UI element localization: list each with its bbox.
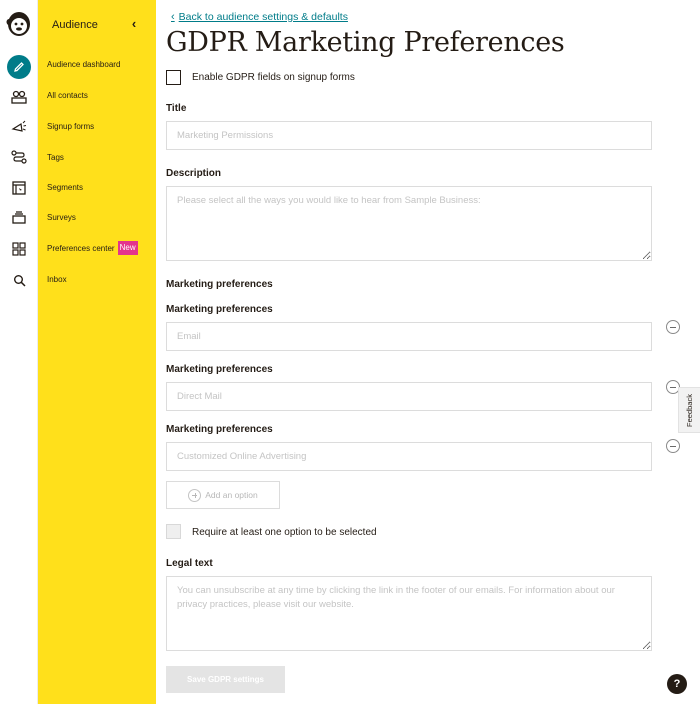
nav-item-all-contacts[interactable]: All contacts: [47, 91, 88, 100]
plus-circle-icon: [188, 488, 202, 502]
chevron-left-icon: ‹: [171, 11, 175, 23]
require-option-label: Require at least one option to be select…: [192, 527, 377, 538]
nav-item-signup-forms[interactable]: Signup forms: [47, 122, 94, 131]
back-to-settings-link[interactable]: ‹ Back to audience settings & defaults: [171, 11, 348, 23]
option-label: Marketing preferences: [166, 424, 273, 435]
mailchimp-logo-icon[interactable]: [5, 8, 33, 38]
option-label: Marketing preferences: [166, 304, 273, 315]
legal-text-label: Legal text: [166, 558, 213, 569]
remove-option-icon[interactable]: [666, 320, 680, 334]
nav-item-label: Tags: [47, 153, 64, 162]
add-option-label: Add an option: [205, 490, 258, 500]
nav-item-tags[interactable]: Tags: [47, 153, 64, 162]
title-input[interactable]: [166, 121, 652, 150]
icon-rail: [0, 0, 38, 704]
nav-item-label: Inbox: [47, 275, 67, 284]
chevron-left-icon[interactable]: ‹: [127, 16, 141, 32]
enable-gdpr-checkbox[interactable]: [166, 70, 181, 85]
nav-item-preferences-center[interactable]: Preferences center New: [47, 241, 138, 255]
nav-item-segments[interactable]: Segments: [47, 183, 83, 192]
require-option-checkbox[interactable]: [166, 524, 181, 539]
search-icon[interactable]: [5, 267, 33, 293]
nav-item-label: Preferences center: [47, 243, 115, 253]
title-label: Title: [166, 103, 187, 114]
nav-item-label: Signup forms: [47, 122, 95, 131]
save-gdpr-settings-button[interactable]: Save GDPR settings: [166, 666, 285, 693]
new-badge: New: [117, 241, 138, 255]
audience-nav: Audience ‹ Audience dashboard All contac…: [38, 0, 156, 704]
content-icon[interactable]: [5, 205, 33, 231]
remove-option-icon[interactable]: [666, 439, 680, 453]
nav-title: Audience: [52, 19, 98, 31]
legal-text-textarea[interactable]: [166, 576, 652, 651]
pencil-icon[interactable]: [7, 55, 31, 79]
nav-item-label: Audience dashboard: [47, 60, 121, 69]
nav-item-label: Segments: [47, 183, 84, 192]
option-input-online-advertising[interactable]: [166, 442, 652, 471]
integrations-grid-icon[interactable]: [5, 236, 33, 262]
campaign-megaphone-icon[interactable]: [5, 114, 33, 140]
add-option-button[interactable]: Add an option: [166, 481, 280, 509]
audience-icon[interactable]: [5, 84, 33, 110]
website-icon[interactable]: [5, 175, 33, 201]
nav-item-audience-dashboard[interactable]: Audience dashboard: [47, 60, 120, 69]
option-input-direct-mail[interactable]: [166, 382, 652, 411]
nav-item-label: Surveys: [47, 213, 76, 222]
option-input-email[interactable]: [166, 322, 652, 351]
feedback-tab[interactable]: Feedback: [678, 387, 700, 433]
help-icon[interactable]: ?: [667, 674, 687, 694]
nav-item-surveys[interactable]: Surveys: [47, 213, 76, 222]
back-link-label: Back to audience settings & defaults: [178, 11, 348, 23]
nav-item-label: All contacts: [47, 91, 88, 100]
automations-icon[interactable]: [5, 144, 33, 170]
marketing-preferences-heading: Marketing preferences: [166, 279, 273, 290]
enable-gdpr-label: Enable GDPR fields on signup forms: [192, 72, 355, 83]
option-label: Marketing preferences: [166, 364, 273, 375]
nav-item-inbox[interactable]: Inbox: [47, 275, 67, 284]
description-label: Description: [166, 168, 222, 179]
description-textarea[interactable]: [166, 186, 652, 261]
page-title: GDPR Marketing Preferences: [166, 27, 565, 58]
feedback-label: Feedback: [685, 393, 694, 427]
